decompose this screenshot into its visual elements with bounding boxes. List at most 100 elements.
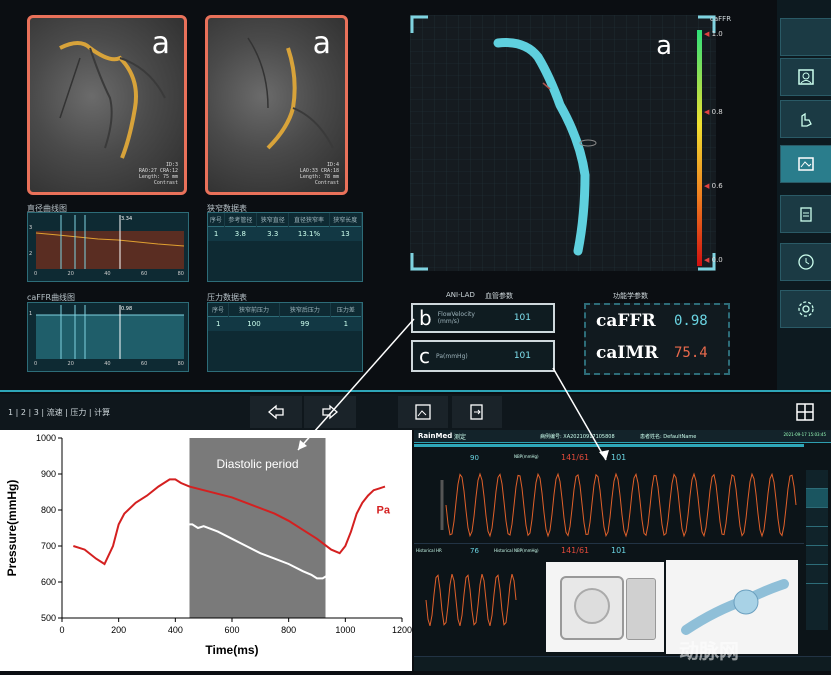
table-cell: 1: [208, 316, 229, 331]
table-cell: 100: [228, 316, 280, 331]
export-button[interactable]: [452, 396, 502, 428]
marker-a: a: [312, 26, 331, 61]
monitor-tab[interactable]: 测定: [454, 432, 466, 441]
func-params-title: 功能学参数: [613, 292, 648, 300]
table-header-row: 序号 参考管径 狭窄直径 直径狭窄率 狭窄长度: [208, 213, 363, 227]
y-tick-label: 500: [41, 613, 56, 623]
gear-icon: [798, 301, 814, 317]
prev-button[interactable]: [250, 396, 302, 428]
bp-value: 141/61: [561, 453, 590, 462]
next-button[interactable]: [304, 396, 356, 428]
angio-meta: ID:3 RAO:27 CRA:12 Length: 75 mm Contras…: [138, 162, 178, 186]
layout-grid-button[interactable]: [788, 400, 822, 424]
clipboard-icon: [800, 207, 812, 222]
sidebar-button-report[interactable]: [780, 195, 831, 233]
caffr-ytick-1: 1: [29, 311, 33, 317]
grid-icon: [796, 403, 814, 421]
y-tick-label: 600: [41, 577, 56, 587]
angio-meta: ID:4 LAO:33 CRA:18 Length: 78 mm Contras…: [299, 162, 339, 186]
monitor-side-button[interactable]: [806, 489, 828, 508]
table-cell: 99: [279, 316, 331, 331]
scale-tick: 0.8: [711, 108, 723, 116]
monitor-side-button[interactable]: [806, 527, 828, 546]
monitor-side-button[interactable]: [806, 508, 828, 527]
table-header: 参考管径: [224, 213, 258, 227]
tick: 40: [104, 271, 111, 277]
table-cell: 1: [208, 226, 225, 241]
pressure-table: 序号 狭窄前压力 狭窄后压力 压力差 1 100 99 1: [207, 302, 363, 372]
document-export-icon: [470, 404, 483, 420]
marker-a: a: [151, 26, 170, 61]
tick: 40: [104, 361, 111, 367]
monitor-side-button[interactable]: [806, 546, 828, 565]
waveform-top: [440, 472, 797, 538]
bp2-value: 141/61: [561, 546, 590, 555]
hand-icon: [801, 112, 812, 127]
bottom-toolbar: 1 | 2 | 3 | 流速 | 压力 | 计算: [0, 394, 831, 430]
patient-card-icon: [798, 69, 814, 85]
map2-value: 101: [611, 546, 627, 555]
table-cell: 3.3: [256, 226, 289, 241]
image-analysis-icon: [798, 157, 814, 171]
table-cell: 13: [329, 226, 362, 241]
table-cell: 13.1%: [288, 226, 330, 241]
sidebar-button-hand[interactable]: [780, 100, 831, 138]
y-tick-label: 900: [41, 469, 56, 479]
pa-label: Pa(mmHg): [436, 352, 468, 360]
vessel-label: ANI-LAD: [446, 291, 475, 299]
sidebar-button-history[interactable]: [780, 243, 831, 281]
monitor-time: 2021-09-17 15:03:45: [783, 432, 826, 437]
clock-icon: [798, 254, 814, 270]
stenosis-table: 序号 参考管径 狭窄直径 直径狭窄率 狭窄长度 1 3.8 3.3 13.1% …: [207, 212, 363, 282]
x-tick-label: 1000: [335, 625, 355, 635]
func-params-box: caFFR 0.98 caIMR 75.4: [584, 303, 730, 375]
monitor-side-button[interactable]: [806, 565, 828, 584]
scale-tick: 0.6: [711, 182, 723, 190]
table-header: 序号: [208, 213, 225, 227]
sidebar-button-settings[interactable]: [780, 290, 831, 328]
vessel-3d-view[interactable]: a: [410, 15, 716, 271]
monitor-side-button[interactable]: [806, 470, 828, 489]
x-tick-label: 400: [168, 625, 183, 635]
image-icon: [415, 404, 431, 420]
pa-value: 101: [513, 351, 531, 361]
caffr-color-scale: [697, 30, 702, 266]
diameter-marker-value: 3.34: [121, 216, 133, 222]
flow-velocity-box[interactable]: b FlowVelocity (mm/s) 101: [411, 303, 555, 333]
vessel-params-title: 血管参数: [485, 292, 513, 300]
hr2-value: 76: [470, 547, 479, 555]
arrow-left-icon: [268, 404, 284, 420]
table-row[interactable]: 1 100 99 1: [208, 316, 362, 331]
angio-image-right[interactable]: a ID:4 LAO:33 CRA:18 Length: 78 mm Contr…: [205, 15, 348, 195]
x-tick-label: 800: [281, 625, 296, 635]
table-header: 压力差: [330, 303, 363, 317]
arrow-right-icon: [322, 404, 338, 420]
x-tick-label: 600: [224, 625, 239, 635]
x-tick-label: 1200: [392, 625, 412, 635]
hist-bp-label: Historical NBP(mmHg): [494, 548, 539, 553]
marker-a: a: [656, 31, 672, 61]
map-value: 101: [611, 453, 627, 462]
x-tick-label: 200: [111, 625, 126, 635]
step-breadcrumb[interactable]: 1 | 2 | 3 | 流速 | 压力 | 计算: [8, 407, 110, 418]
pa-box[interactable]: c Pa(mmHg) 101: [411, 340, 555, 372]
table-header-row: 序号 狭窄前压力 狭窄后压力 压力差: [208, 303, 363, 317]
sidebar-button-image[interactable]: [780, 145, 831, 183]
y-tick-label: 1000: [36, 433, 56, 443]
patient-name: 患者姓名: DefaultName: [640, 434, 697, 440]
caffr-scale-title: caFFR: [710, 15, 732, 23]
scale-tick: 1.0: [711, 30, 723, 38]
pressure-chart: Diastolic period 0 200 400 600 800 1000 1200 500…: [0, 430, 412, 671]
y-tick-label: 800: [41, 505, 56, 515]
image-button[interactable]: [398, 396, 448, 428]
table-header: 狭窄长度: [329, 213, 363, 227]
table-row[interactable]: 1 3.8 3.3 13.1% 13: [208, 226, 362, 241]
sidebar-button-1[interactable]: [780, 18, 831, 56]
tick: 0: [34, 361, 38, 367]
angio-image-left[interactable]: a ID:3 RAO:27 CRA:12 Length: 75 mm Contr…: [27, 15, 187, 195]
caffr-chart: 0.98 1 0 20 40 60 80: [27, 302, 189, 372]
watermark: 动脉网: [679, 639, 739, 663]
caimr-label: caIMR: [596, 343, 659, 363]
sidebar-button-patient[interactable]: [780, 58, 831, 96]
bp-label: NBP(mmHg): [514, 454, 539, 459]
